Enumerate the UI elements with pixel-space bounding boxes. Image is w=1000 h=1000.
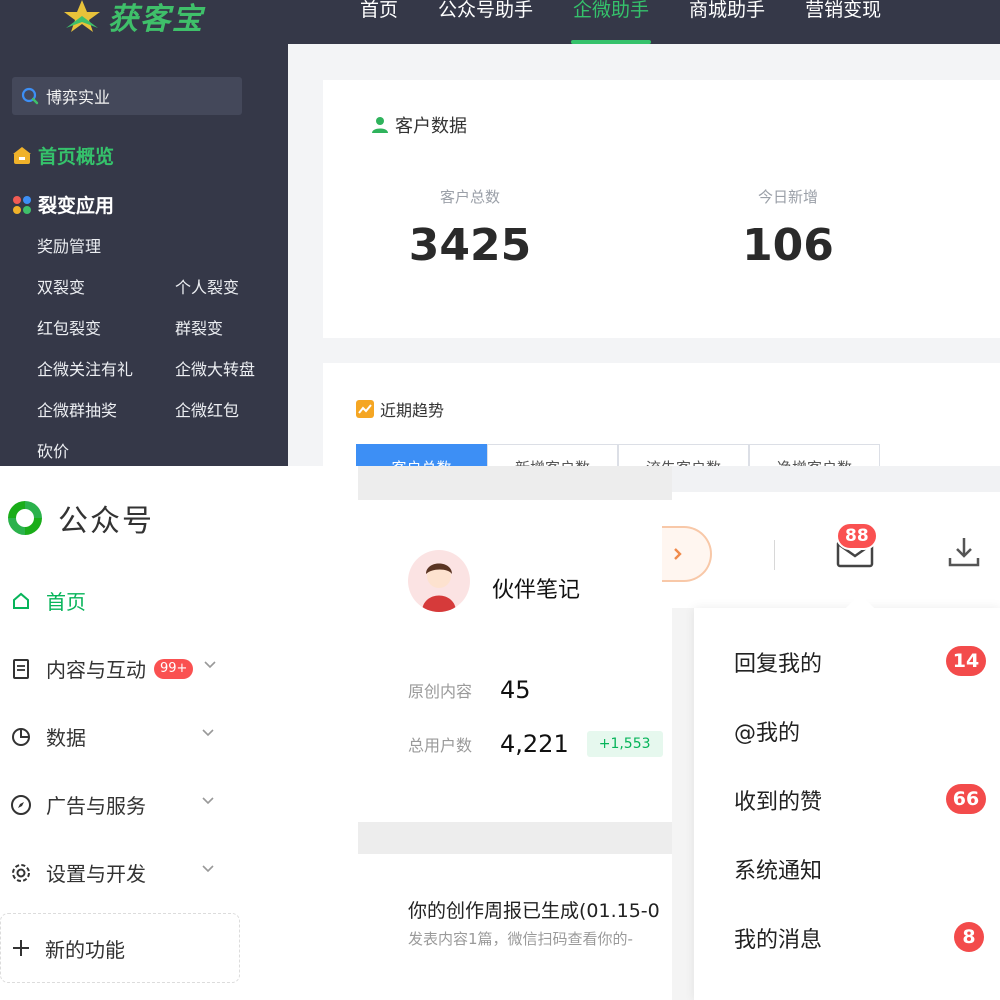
mp-menu-ads[interactable]: 广告与服务 — [10, 790, 230, 819]
home-icon — [13, 146, 31, 164]
nav-home[interactable]: 首页 — [340, 0, 418, 44]
mp-menu-data[interactable]: 数据 — [10, 722, 230, 751]
total-users-value: 4,221 — [500, 730, 569, 758]
profile-card: 伙伴笔记 原创内容 45 总用户数 4,221 +1,553 — [358, 500, 672, 822]
hkb-panel: 获客宝 首页 公众号助手 企微助手 商城助手 营销变现 博弈实业 首页概览 裂变… — [0, 0, 1000, 466]
search-icon — [21, 87, 39, 105]
mp-menu-content[interactable]: 内容与互动 99+ — [10, 654, 230, 683]
mp-sidebar: 公众号 首页 内容与互动 99+ 数据 广告与服务 设置与开发 新的功能 — [0, 466, 358, 1000]
users-delta-badge: +1,553 — [586, 731, 663, 757]
plus-icon — [11, 938, 31, 958]
submenu-bargain[interactable]: 砍价 — [37, 438, 69, 462]
mp-menu-settings[interactable]: 设置与开发 — [10, 858, 230, 887]
mp-menu-home[interactable]: 首页 — [10, 586, 230, 615]
sidebar: 博弈实业 首页概览 裂变应用 奖励管理 双裂变 个人裂变 红包裂变 群裂变 企微… — [0, 44, 288, 466]
compass-icon — [10, 794, 32, 816]
dd-my-messages-badge: 8 — [954, 922, 984, 952]
mp-brand[interactable]: 公众号 — [4, 496, 154, 540]
message-panel: 88 回复我的 14 @我的 收到的赞 66 系统通知 我的消息 8 — [662, 492, 1000, 1000]
menu-fission[interactable]: 裂变应用 — [12, 191, 114, 218]
submenu-rewards[interactable]: 奖励管理 — [37, 233, 101, 257]
app-logo[interactable]: 获客宝 — [62, 0, 204, 38]
mail-count-badge: 88 — [836, 522, 878, 550]
apps-icon — [13, 195, 31, 214]
pie-chart-icon — [10, 726, 32, 748]
wechat-mp-logo-icon — [8, 501, 42, 535]
dd-likes-badge: 66 — [946, 784, 986, 814]
dd-mentions[interactable]: @我的 — [734, 715, 800, 747]
submenu-double-fission[interactable]: 双裂变 — [37, 274, 85, 298]
chevron-down-icon[interactable] — [200, 860, 216, 876]
dd-replies[interactable]: 回复我的 — [734, 646, 822, 678]
logo-text: 获客宝 — [108, 2, 204, 37]
mp-brand-text: 公众号 — [58, 504, 154, 539]
trend-title: 近期趋势 — [356, 397, 444, 421]
mp-menu-new-features[interactable]: 新的功能 — [0, 913, 240, 983]
today-new-value: 106 — [742, 220, 834, 271]
weekly-report-subtitle: 发表内容1篇，微信扫码查看你的- — [408, 930, 633, 948]
content-badge: 99+ — [154, 658, 194, 679]
trend-chart-icon — [356, 400, 374, 418]
original-content-row: 原创内容 45 — [408, 676, 531, 704]
total-customers-value: 3425 — [408, 220, 532, 271]
submenu-redpacket-fission[interactable]: 红包裂变 — [37, 315, 101, 339]
chevron-down-icon[interactable] — [200, 724, 216, 740]
document-icon — [10, 658, 32, 680]
tab-lost-customers[interactable]: 流失客户数 — [618, 444, 749, 466]
tab-new-customers[interactable]: 新增客户数 — [487, 444, 618, 466]
account-name: 伙伴笔记 — [492, 578, 581, 603]
menu-overview[interactable]: 首页概览 — [12, 142, 114, 169]
trend-tabs: 客户总数 新增客户数 流失客户数 净增客户数 — [356, 444, 880, 466]
chevron-down-icon[interactable] — [202, 656, 218, 672]
weekly-report-title: 你的创作周报已生成(01.15-0 — [408, 900, 660, 922]
avatar[interactable] — [408, 550, 470, 612]
total-customers-label: 客户总数 — [439, 188, 500, 206]
main-nav: 首页 公众号助手 企微助手 商城助手 营销变现 — [340, 0, 901, 44]
dd-my-messages[interactable]: 我的消息 — [734, 922, 822, 954]
tab-net-customers[interactable]: 净增客户数 — [749, 444, 880, 466]
nav-mp-assistant[interactable]: 公众号助手 — [418, 0, 553, 44]
toolbar-divider — [774, 540, 775, 570]
submenu-wecom-redpacket[interactable]: 企微红包 — [175, 397, 239, 421]
submenu-follow-gift[interactable]: 企微关注有礼 — [37, 356, 133, 380]
user-icon — [372, 117, 388, 133]
weekly-report-card[interactable]: 你的创作周报已生成(01.15-0 发表内容1篇，微信扫码查看你的- — [358, 854, 672, 1000]
submenu-group-lottery[interactable]: 企微群抽奖 — [37, 397, 117, 421]
dd-replies-badge: 14 — [946, 646, 986, 676]
dd-likes[interactable]: 收到的赞 — [734, 784, 822, 816]
customer-data-title: 客户数据 — [371, 112, 467, 138]
submenu-personal-fission[interactable]: 个人裂变 — [175, 274, 239, 298]
account-name: 博弈实业 — [46, 88, 111, 107]
chevron-down-icon[interactable] — [200, 792, 216, 808]
home-icon — [10, 590, 32, 612]
today-new-label: 今日新增 — [757, 188, 818, 206]
header-toolbar: 88 — [662, 492, 1000, 608]
next-arrow-button[interactable] — [662, 526, 712, 582]
top-navbar: 获客宝 首页 公众号助手 企微助手 商城助手 营销变现 — [0, 0, 1000, 44]
nav-marketing[interactable]: 营销变现 — [785, 0, 901, 44]
dd-system-notice[interactable]: 系统通知 — [734, 853, 822, 885]
customer-data-card: 客户数据 客户总数 3425 今日新增 106 — [323, 80, 1000, 338]
tab-total-customers[interactable]: 客户总数 — [356, 444, 487, 466]
profile-panel: 伙伴笔记 原创内容 45 总用户数 4,221 +1,553 你的创作周报已生成… — [358, 466, 672, 1000]
submenu-wheel[interactable]: 企微大转盘 — [175, 356, 255, 380]
nav-mall-assistant[interactable]: 商城助手 — [669, 0, 785, 44]
original-content-value: 45 — [500, 676, 531, 704]
total-users-row: 总用户数 4,221 +1,553 — [408, 730, 663, 758]
download-icon[interactable] — [946, 534, 982, 570]
star-logo-icon — [64, 0, 100, 32]
submenu-group-fission[interactable]: 群裂变 — [175, 315, 223, 339]
chevron-right-icon — [674, 548, 682, 560]
account-search[interactable]: 博弈实业 — [12, 77, 242, 115]
nav-wecom-assistant[interactable]: 企微助手 — [553, 0, 669, 44]
gear-icon — [10, 862, 32, 884]
message-dropdown: 回复我的 14 @我的 收到的赞 66 系统通知 我的消息 8 — [694, 608, 1000, 1000]
